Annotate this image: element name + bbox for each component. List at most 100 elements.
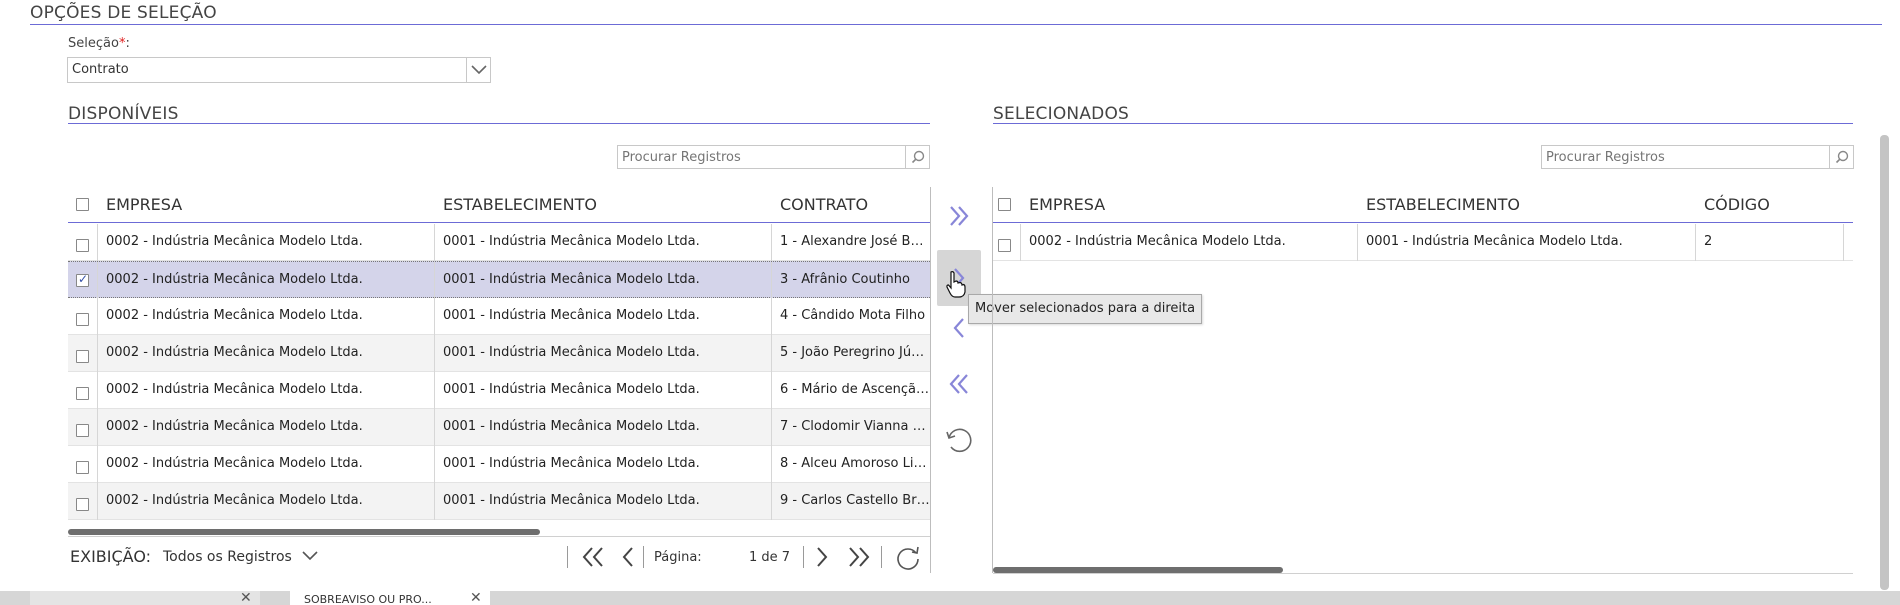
selected-search-input[interactable] [1546, 146, 1831, 168]
available-horizontal-scrollbar[interactable] [68, 529, 540, 535]
cell-estabelecimento: 0001 - Indústria Mecânica Modelo Ltda. [1357, 224, 1695, 261]
row-checkbox[interactable] [76, 350, 89, 363]
available-table: EMPRESA ESTABELECIMENTO CONTRATO 0002 - … [68, 187, 930, 527]
tooltip: Mover selecionados para a direita [968, 294, 1203, 324]
available-title: DISPONÍVEIS [68, 104, 179, 124]
display-value: Todos os Registros [163, 549, 292, 565]
cell-empresa: 0002 - Indústria Mecânica Modelo Ltda. [1020, 224, 1357, 261]
table-row[interactable]: 0002 - Indústria Mecânica Modelo Ltda. 0… [68, 372, 930, 409]
selection-value: Contrato [72, 62, 129, 77]
next-page-icon[interactable] [814, 545, 830, 569]
available-table-header: EMPRESA ESTABELECIMENTO CONTRATO [68, 187, 930, 223]
search-icon [911, 150, 924, 164]
selection-select[interactable]: Contrato [67, 57, 491, 83]
cell-estabelecimento: 0001 - Indústria Mecânica Modelo Ltda. [434, 335, 771, 372]
move-all-right-button[interactable] [937, 194, 981, 238]
row-checkbox[interactable] [76, 239, 89, 252]
cell-contrato: 8 - Alceu Amoroso Lima... [771, 446, 930, 483]
pager-separator [643, 546, 644, 568]
cell-empresa: 0002 - Indústria Mecânica Modelo Ltda. [97, 372, 434, 409]
title-underline [30, 24, 1882, 25]
tab-item[interactable]: ✕ [30, 591, 260, 605]
cell-empresa: 0002 - Indústria Mecânica Modelo Ltda. [97, 409, 434, 446]
close-icon[interactable]: ✕ [240, 591, 252, 605]
pager-separator [803, 546, 804, 568]
selected-search[interactable] [1541, 145, 1854, 169]
table-row[interactable]: 0002 - Indústria Mecânica Modelo Ltda. 0… [993, 224, 1853, 261]
selected-table-bottom [993, 573, 1853, 574]
column-header-empresa[interactable]: EMPRESA [106, 187, 182, 223]
display-select[interactable]: Todos os Registros [163, 549, 318, 565]
table-row[interactable]: 0002 - Indústria Mecânica Modelo Ltda. 0… [68, 335, 930, 372]
selection-field-label: Seleção*: [68, 36, 130, 51]
display-label: EXIBIÇÃO: [70, 547, 152, 566]
select-dropdown-button[interactable] [466, 58, 490, 82]
cell-codigo: 2 [1695, 224, 1843, 261]
reset-selection-button[interactable] [937, 418, 981, 462]
row-checkbox[interactable] [76, 272, 89, 287]
page-vertical-scrollbar[interactable] [1880, 135, 1889, 590]
cell-contrato: 9 - Carlos Castello Branc... [771, 483, 930, 520]
chevron-down-icon [302, 551, 318, 561]
refresh-icon [946, 428, 972, 453]
available-table-bottom [68, 536, 930, 537]
row-checkbox[interactable] [76, 498, 89, 511]
table-row[interactable]: 0002 - Indústria Mecânica Modelo Ltda. 0… [68, 409, 930, 446]
table-row[interactable]: 0002 - Indústria Mecânica Modelo Ltda. 0… [68, 224, 930, 261]
last-page-icon[interactable] [846, 545, 872, 569]
selected-search-button[interactable] [1829, 146, 1853, 168]
page-indicator: 1 de 7 [749, 550, 791, 565]
cell-empresa: 0002 - Indústria Mecânica Modelo Ltda. [97, 483, 434, 520]
cell-empresa: 0002 - Indústria Mecânica Modelo Ltda. [97, 446, 434, 483]
row-checkbox[interactable] [76, 313, 89, 326]
available-underline [68, 123, 930, 124]
row-checkbox[interactable] [76, 424, 89, 437]
column-header-empresa[interactable]: EMPRESA [1029, 187, 1105, 223]
tab-label: SOBREAVISO OU PRO... [304, 593, 432, 605]
previous-page-icon[interactable] [620, 545, 636, 569]
row-checkbox[interactable] [76, 387, 89, 400]
cell-empresa: 0002 - Indústria Mecânica Modelo Ltda. [97, 335, 434, 372]
column-header-contrato[interactable]: CONTRATO [780, 187, 868, 223]
column-header-codigo[interactable]: CÓDIGO [1704, 187, 1770, 223]
column-header-estabelecimento[interactable]: ESTABELECIMENTO [1366, 187, 1520, 223]
row-checkbox[interactable] [76, 461, 89, 474]
column-divider [1843, 224, 1844, 261]
table-row[interactable]: 0002 - Indústria Mecânica Modelo Ltda. 0… [68, 483, 930, 520]
double-chevron-right-icon [950, 206, 969, 226]
refresh-page-icon[interactable] [894, 543, 922, 571]
cell-contrato: 1 - Alexandre José Barb... [771, 224, 930, 261]
available-select-all-checkbox[interactable] [76, 198, 89, 211]
cell-contrato: 7 - Clodomir Vianna Mo... [771, 409, 930, 446]
selected-select-all-checkbox[interactable] [998, 198, 1011, 211]
available-search-input[interactable] [622, 146, 907, 168]
move-all-left-button[interactable] [937, 362, 981, 406]
row-checkbox[interactable] [998, 239, 1011, 252]
available-search[interactable] [617, 145, 930, 169]
cell-estabelecimento: 0001 - Indústria Mecânica Modelo Ltda. [434, 298, 771, 335]
cell-contrato: 4 - Cândido Mota Filho [771, 298, 930, 335]
selected-table: EMPRESA ESTABELECIMENTO CÓDIGO 0002 - In… [993, 187, 1853, 261]
table-row[interactable]: 0002 - Indústria Mecânica Modelo Ltda. 0… [68, 446, 930, 483]
cell-empresa: 0002 - Indústria Mecânica Modelo Ltda. [97, 224, 434, 261]
selected-title: SELECIONADOS [993, 104, 1130, 124]
available-search-button[interactable] [905, 146, 929, 168]
table-row[interactable]: 0002 - Indústria Mecânica Modelo Ltda. 0… [68, 298, 930, 335]
cell-estabelecimento: 0001 - Indústria Mecânica Modelo Ltda. [434, 372, 771, 409]
close-icon[interactable]: ✕ [470, 591, 482, 605]
cell-estabelecimento: 0001 - Indústria Mecânica Modelo Ltda. [434, 224, 771, 261]
cell-contrato: 3 - Afrânio Coutinho [771, 262, 930, 299]
first-page-icon[interactable] [580, 545, 606, 569]
panel-divider [930, 187, 931, 573]
pager-separator [881, 546, 882, 568]
bottom-tab-bar: ✕ SOBREAVISO OU PRO... ✕ [0, 591, 1900, 605]
page-title: OPÇÕES DE SELEÇÃO [30, 3, 217, 23]
column-header-estabelecimento[interactable]: ESTABELECIMENTO [443, 187, 597, 223]
search-icon [1835, 150, 1848, 164]
hand-cursor-icon [946, 271, 966, 298]
cell-estabelecimento: 0001 - Indústria Mecânica Modelo Ltda. [434, 483, 771, 520]
cell-empresa: 0002 - Indústria Mecânica Modelo Ltda. [97, 262, 434, 299]
table-row[interactable]: 0002 - Indústria Mecânica Modelo Ltda. 0… [68, 261, 930, 299]
chevron-left-icon [953, 318, 964, 338]
tab-item-active[interactable]: SOBREAVISO OU PRO... ✕ [290, 591, 490, 605]
